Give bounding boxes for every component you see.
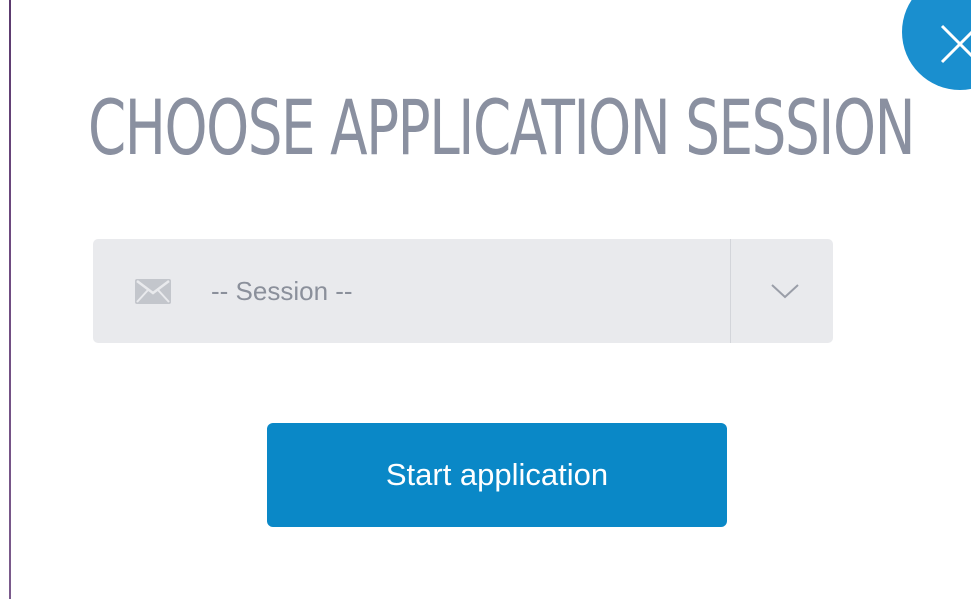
envelope-icon xyxy=(135,279,171,304)
session-select[interactable]: -- Session -- xyxy=(93,239,833,343)
select-divider xyxy=(730,239,731,343)
page-title: CHOOSE APPLICATION SESSION xyxy=(88,83,916,172)
chevron-down-icon[interactable] xyxy=(770,283,800,299)
window-left-edge xyxy=(9,0,11,599)
close-button[interactable] xyxy=(902,0,971,90)
start-application-button[interactable]: Start application xyxy=(267,423,727,527)
session-select-value: -- Session -- xyxy=(211,276,353,306)
close-icon xyxy=(940,24,971,64)
